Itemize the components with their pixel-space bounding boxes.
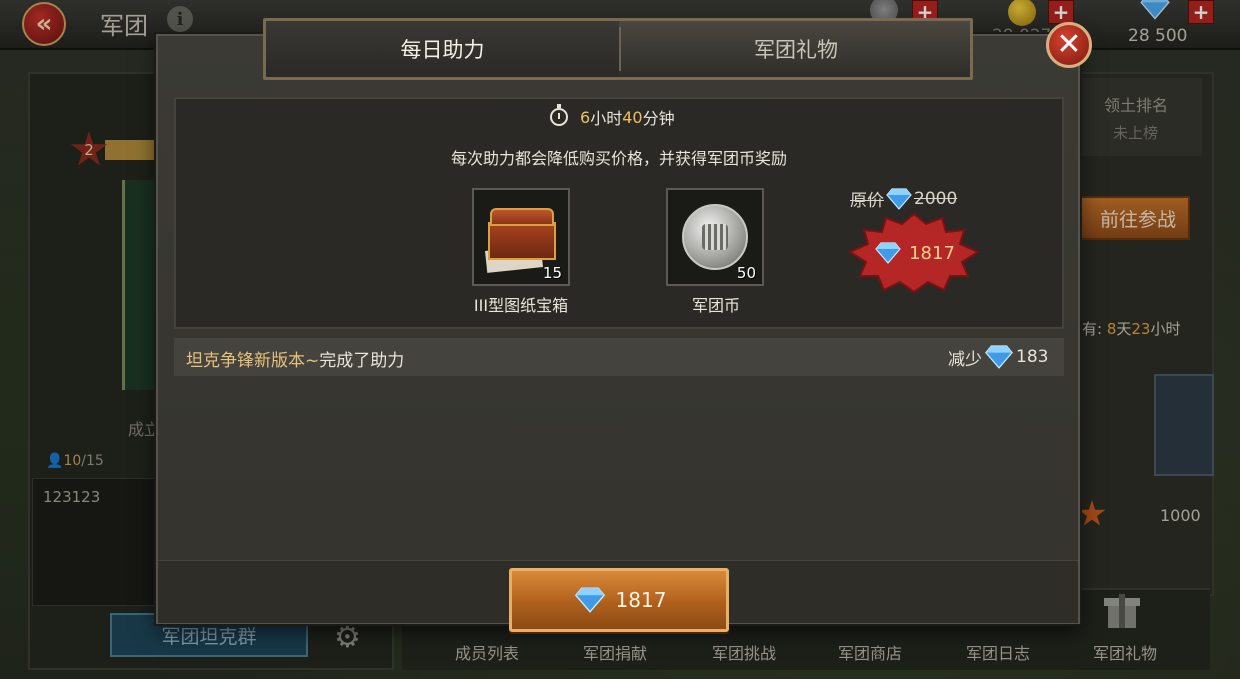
- current-price: 1817: [909, 242, 955, 264]
- blueprint-chest-icon: [485, 204, 556, 273]
- tab-legion-gift[interactable]: 军团礼物: [622, 21, 970, 77]
- price-reduction: 减少 183: [948, 345, 1049, 370]
- item-slot-blueprint-chest[interactable]: 15: [472, 188, 570, 286]
- buy-button-amount: 1817: [615, 588, 667, 612]
- assist-description: 每次助力都会降低购买价格，并获得军团币奖励: [450, 149, 787, 168]
- diamond-icon: [574, 587, 606, 613]
- diamond-icon: [875, 242, 901, 264]
- original-price: 原价 2000: [850, 187, 958, 211]
- log-entry: 坦克争锋新版本~完成了助力: [186, 346, 404, 371]
- countdown-timer: 6 小时 40 分钟: [550, 104, 675, 130]
- item-quantity: 15: [542, 264, 562, 282]
- legion-coin-icon: [682, 204, 748, 270]
- close-button[interactable]: ✕: [1046, 22, 1092, 68]
- stopwatch-icon: [550, 104, 568, 126]
- tab-daily-assist[interactable]: 每日助力: [266, 21, 619, 77]
- item-quantity: 50: [736, 264, 756, 282]
- item-slot-legion-coin[interactable]: 50: [666, 188, 764, 286]
- item-name: 军团币: [691, 296, 740, 315]
- buy-button[interactable]: 1817: [509, 568, 729, 632]
- log-action: 完成了助力: [319, 351, 405, 371]
- diamond-icon: [886, 187, 912, 210]
- player-name: 坦克争锋新版本~: [186, 351, 320, 371]
- discount-price-badge: 1817: [846, 212, 982, 294]
- item-name: III型图纸宝箱: [473, 296, 569, 315]
- modal-tabs: 每日助力 军团礼物: [263, 18, 973, 80]
- diamond-icon: [984, 345, 1014, 369]
- tab-divider: [619, 27, 621, 71]
